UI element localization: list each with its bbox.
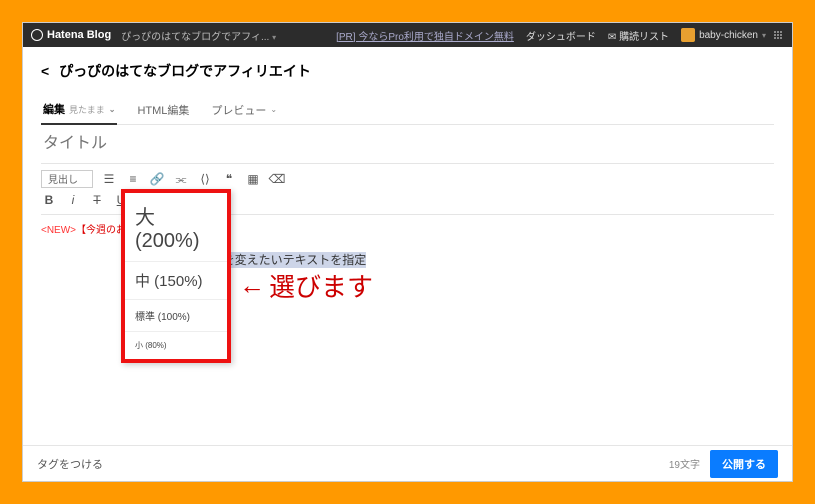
fontsize-option-80[interactable]: 小 (80%): [125, 332, 227, 359]
fontsize-option-100[interactable]: 標準 (100%): [125, 300, 227, 332]
tab-preview-label: プレビュー: [211, 102, 266, 118]
brand-label: Hatena Blog: [47, 29, 111, 41]
envelope-icon: ✉: [608, 32, 616, 43]
numbered-list-icon[interactable]: ≡: [125, 171, 141, 187]
hatena-logo-icon: [31, 29, 43, 41]
add-tag-button[interactable]: タグをつける: [37, 456, 103, 472]
eraser-icon[interactable]: ⌫: [269, 171, 285, 187]
fontsize-option-150[interactable]: 中 (150%): [125, 262, 227, 300]
quote-icon[interactable]: ❝: [221, 171, 237, 187]
bulleted-list-icon[interactable]: ☰: [101, 171, 117, 187]
page-title: ぴっぴのはてなブログでアフィリエイト: [59, 61, 311, 81]
left-sidebar: <NEW>【今週のお: [41, 215, 131, 276]
user-menu[interactable]: baby-chicken ▾: [681, 28, 766, 42]
italic-button[interactable]: i: [65, 192, 81, 208]
brand[interactable]: Hatena Blog: [31, 29, 111, 41]
deliver-list-link[interactable]: ✉ 購読リスト: [608, 28, 669, 43]
username-label: baby-chicken: [699, 30, 758, 41]
back-chevron-icon[interactable]: <: [41, 63, 49, 79]
title-input[interactable]: [41, 125, 774, 164]
bold-button[interactable]: B: [41, 192, 57, 208]
heading-select[interactable]: 見出し: [41, 170, 93, 188]
dashboard-link[interactable]: ダッシュボード: [526, 28, 596, 43]
arrow-left-icon: ←: [239, 271, 265, 301]
avatar: [681, 28, 695, 42]
tab-edit-sublabel: 見たまま: [69, 103, 105, 116]
tab-html[interactable]: HTML編集: [135, 95, 191, 124]
chevron-down-icon: ▾: [272, 33, 276, 42]
chevron-down-icon: ⌄: [270, 105, 277, 114]
heading-select-label: 見出し: [48, 175, 78, 186]
pr-link[interactable]: [PR] 今ならPro利用で独自ドメイン無料: [336, 28, 514, 43]
footer: タグをつける 19文字 公開する: [23, 445, 792, 481]
table-icon[interactable]: ▦: [245, 171, 261, 187]
fontsize-option-200[interactable]: 大 (200%): [125, 193, 227, 262]
tab-edit[interactable]: 編集 見たまま ⌄: [41, 95, 117, 125]
deliver-list-label: 購読リスト: [619, 32, 669, 43]
annotation: ← 選びます: [239, 267, 373, 304]
chevron-down-icon: ⌄: [109, 105, 116, 114]
strike-button[interactable]: T: [89, 192, 105, 208]
chevron-down-icon: ▾: [762, 31, 766, 40]
editor-tabs: 編集 見たまま ⌄ HTML編集 プレビュー ⌄: [41, 95, 774, 125]
sidebar-snippet: 【今週のお: [76, 225, 126, 236]
char-count: 19文字: [669, 456, 700, 471]
blog-name-dropdown[interactable]: ぴっぴのはてなブログでアフィ... ▾: [121, 28, 276, 43]
blog-name-label: ぴっぴのはてなブログでアフィ...: [121, 32, 269, 43]
back-row: < ぴっぴのはてなブログでアフィリエイト: [41, 61, 774, 81]
tab-preview[interactable]: プレビュー ⌄: [209, 95, 279, 124]
apps-grid-icon[interactable]: [774, 31, 784, 39]
fontsize-dropdown: 大 (200%) 中 (150%) 標準 (100%) 小 (80%): [121, 189, 231, 363]
global-topbar: Hatena Blog ぴっぴのはてなブログでアフィ... ▾ [PR] 今なら…: [23, 23, 792, 47]
annotation-text: 選びます: [269, 267, 373, 304]
new-badge: <NEW>: [41, 225, 76, 236]
publish-button[interactable]: 公開する: [710, 450, 778, 478]
link-icon[interactable]: 🔗: [149, 171, 165, 187]
tab-edit-label: 編集: [43, 101, 65, 117]
read-more-icon[interactable]: ⟨⟩: [197, 171, 213, 187]
unlink-icon[interactable]: ⫘: [173, 171, 189, 187]
